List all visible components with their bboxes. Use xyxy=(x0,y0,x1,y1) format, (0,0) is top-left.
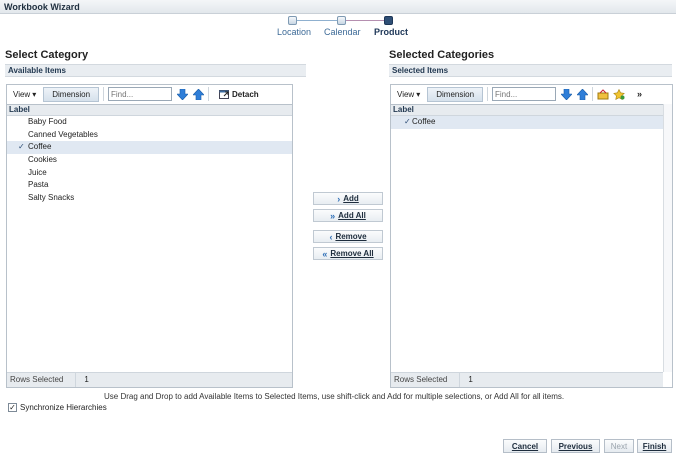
add-button-label: Add xyxy=(343,194,359,203)
column-header-label[interactable]: Label xyxy=(7,105,292,116)
help-text: Use Drag and Drop to add Available Items… xyxy=(104,392,565,401)
list-item[interactable]: ✓Pasta xyxy=(7,179,292,192)
view-menu[interactable]: View ▾ xyxy=(10,89,39,100)
view-menu-label: View xyxy=(13,89,31,99)
detach-icon xyxy=(219,90,230,99)
dimension-button[interactable]: Dimension xyxy=(427,86,484,102)
window-title: Workbook Wizard xyxy=(0,0,676,14)
detach-button[interactable]: Detach xyxy=(219,89,259,99)
selected-items-panel: View ▾ Dimension » Label ✓Coffee Rows Se… xyxy=(390,84,673,388)
cancel-button[interactable]: Cancel xyxy=(503,439,547,453)
rows-selected-count: 1 xyxy=(75,373,89,387)
previous-button-label: Previous xyxy=(558,441,593,451)
rows-selected-label: Rows Selected xyxy=(10,375,64,384)
chevron-down-icon: ▾ xyxy=(416,89,421,99)
remove-all-button[interactable]: « Remove All xyxy=(313,247,383,260)
list-item-label: Salty Snacks xyxy=(28,193,75,203)
selected-categories-title: Selected Categories xyxy=(389,49,495,61)
synchronize-checkbox[interactable]: ✓ xyxy=(8,403,17,412)
list-item-label: Coffee xyxy=(28,142,52,152)
toolbar-divider xyxy=(208,87,210,101)
view-menu-label: View xyxy=(397,89,415,99)
vertical-scrollbar[interactable] xyxy=(663,104,672,372)
find-next-icon[interactable] xyxy=(176,88,188,100)
train-step-product-node xyxy=(384,16,393,25)
chevron-down-icon: ▾ xyxy=(32,89,37,99)
list-item-label: Coffee xyxy=(412,117,436,126)
remove-all-button-label: Remove All xyxy=(330,249,374,258)
detach-label: Detach xyxy=(232,89,259,99)
cancel-button-label: Cancel xyxy=(511,441,539,451)
find-previous-icon[interactable] xyxy=(192,88,204,100)
list-item[interactable]: ✓ Coffee xyxy=(391,116,672,129)
train-step-calendar-node[interactable] xyxy=(337,16,346,25)
next-button: Next xyxy=(604,439,634,453)
find-input[interactable] xyxy=(108,87,173,101)
available-items-panel: View ▾ Dimension Detach Label ✓Baby Food… xyxy=(6,84,293,388)
selected-toolbar: View ▾ Dimension » xyxy=(391,85,672,103)
select-all-icon[interactable] xyxy=(597,88,609,100)
find-next-icon[interactable] xyxy=(560,88,572,100)
available-items-header: Available Items xyxy=(5,64,306,77)
checkmark-icon: ✓ xyxy=(404,117,411,126)
selected-footer: Rows Selected 1 xyxy=(391,372,663,387)
train-step-calendar[interactable]: Calendar xyxy=(324,27,361,37)
finish-button[interactable]: Finish xyxy=(637,439,672,453)
selected-items-list: Label ✓ Coffee xyxy=(391,104,672,387)
available-toolbar: View ▾ Dimension Detach xyxy=(7,85,292,103)
rows-selected-label: Rows Selected xyxy=(394,375,448,384)
favorite-star-icon[interactable] xyxy=(613,88,625,100)
train-connector xyxy=(294,20,341,21)
remove-button-label: Remove xyxy=(335,232,367,241)
train-step-product: Product xyxy=(374,27,409,37)
train-connector xyxy=(345,20,389,21)
add-all-button[interactable]: » Add All xyxy=(313,209,383,222)
column-header-label[interactable]: Label xyxy=(391,105,672,116)
list-item[interactable]: ✓ Coffee xyxy=(7,141,292,155)
selected-items-header: Selected Items xyxy=(389,64,672,77)
add-button[interactable]: › Add xyxy=(313,192,383,205)
toolbar-divider xyxy=(103,87,105,101)
rows-selected-count: 1 xyxy=(459,373,473,387)
double-arrow-left-icon: « xyxy=(322,248,328,259)
list-item-label: Pasta xyxy=(28,180,49,190)
remove-button[interactable]: ‹ Remove xyxy=(313,230,383,243)
wizard-train: Location Calendar Product xyxy=(270,15,415,37)
toolbar-divider xyxy=(487,87,489,101)
select-category-title: Select Category xyxy=(5,49,89,61)
add-all-button-label: Add All xyxy=(338,211,366,220)
overflow-menu-button[interactable]: » xyxy=(637,89,642,99)
finish-button-label: Finish xyxy=(642,441,667,451)
toolbar-divider xyxy=(592,87,594,101)
previous-button[interactable]: Previous xyxy=(551,439,600,453)
find-input[interactable] xyxy=(492,87,557,101)
double-arrow-right-icon: » xyxy=(330,210,336,221)
list-item[interactable]: ✓Juice xyxy=(7,167,292,180)
train-step-location-node[interactable] xyxy=(288,16,297,25)
synchronize-hierarchies[interactable]: ✓ Synchronize Hierarchies xyxy=(8,403,107,412)
list-item[interactable]: ✓Salty Snacks xyxy=(7,192,292,205)
list-item[interactable]: ✓Cookies xyxy=(7,154,292,167)
next-button-label: Next xyxy=(610,441,628,451)
list-item-label: Baby Food xyxy=(28,117,67,126)
train-step-location[interactable]: Location xyxy=(277,27,311,37)
checkmark-icon: ✓ xyxy=(18,142,25,152)
available-footer: Rows Selected 1 xyxy=(7,372,292,387)
list-item-label: Canned Vegetables xyxy=(28,129,98,139)
arrow-left-icon: ‹ xyxy=(329,231,333,242)
list-item-label: Juice xyxy=(28,167,47,177)
available-items-list: Label ✓Baby Food ✓Canned Vegetables ✓Cof… xyxy=(7,104,292,387)
view-menu[interactable]: View ▾ xyxy=(394,89,423,100)
list-item[interactable]: ✓Baby Food xyxy=(7,116,292,129)
synchronize-label: Synchronize Hierarchies xyxy=(20,403,107,412)
list-item[interactable]: ✓Canned Vegetables xyxy=(7,129,292,142)
find-previous-icon[interactable] xyxy=(576,88,588,100)
arrow-right-icon: › xyxy=(337,193,341,204)
dimension-button[interactable]: Dimension xyxy=(43,86,100,102)
list-item-label: Cookies xyxy=(28,155,57,165)
